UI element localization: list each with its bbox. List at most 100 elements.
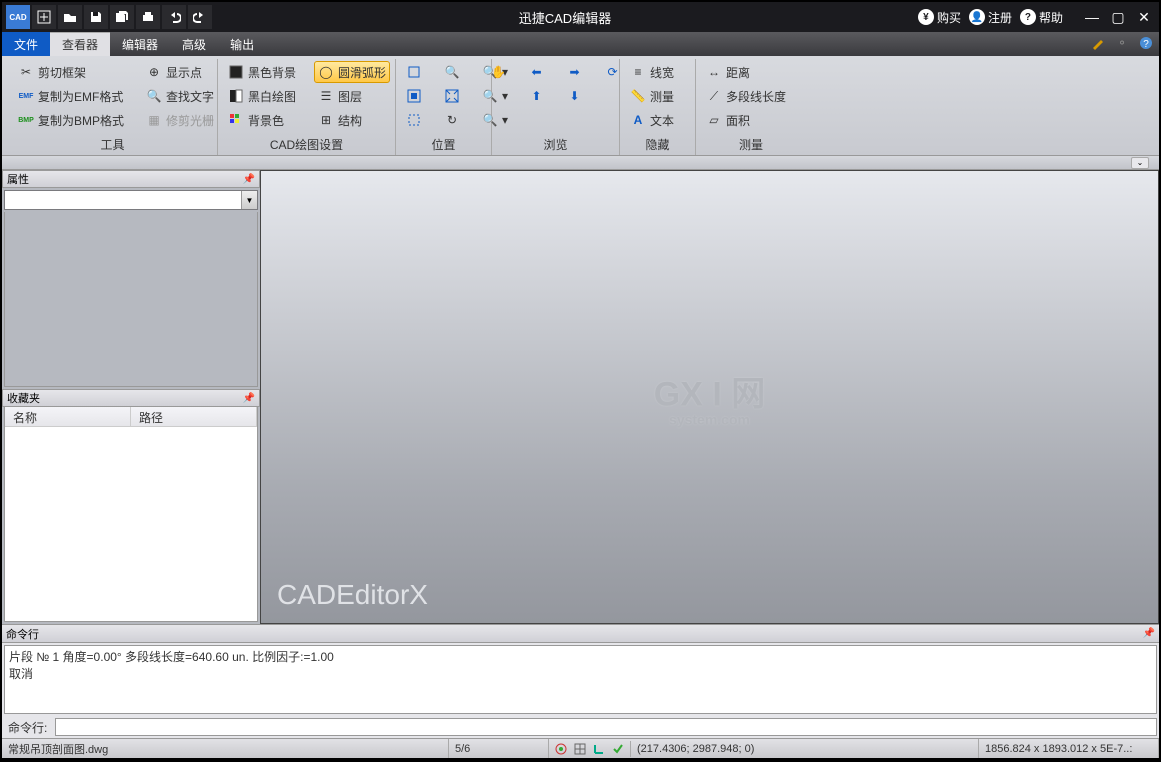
pin-icon[interactable]: 📌 bbox=[243, 174, 255, 185]
black-bg-button[interactable]: 黑色背景 bbox=[224, 61, 300, 83]
group-measure-label: 测量 bbox=[702, 134, 800, 155]
bw-icon bbox=[228, 88, 244, 104]
fit-icon bbox=[406, 64, 422, 80]
save-all-button[interactable] bbox=[110, 5, 134, 29]
redo-button[interactable] bbox=[188, 5, 212, 29]
title-bar: CAD 迅捷CAD编辑器 ¥购买 👤注册 ?帮助 — ▢ ✕ bbox=[2, 2, 1159, 32]
pos-btn-2[interactable] bbox=[402, 85, 426, 107]
nav-up-button[interactable]: ⬆ bbox=[525, 85, 549, 107]
style-icon[interactable] bbox=[1089, 34, 1107, 52]
pos-btn-5[interactable] bbox=[440, 85, 464, 107]
open-button[interactable] bbox=[58, 5, 82, 29]
smooth-arc-button[interactable]: ◯圆滑弧形 bbox=[314, 61, 390, 83]
area-icon: ▱ bbox=[706, 112, 722, 128]
status-filename: 常规吊顶剖面图.dwg bbox=[2, 739, 449, 758]
zoom-icon: 🔍 bbox=[444, 64, 460, 80]
pin-icon[interactable]: 📌 bbox=[243, 393, 255, 404]
properties-header[interactable]: 属性 📌 bbox=[2, 170, 260, 188]
favorites-header[interactable]: 收藏夹 📌 bbox=[2, 389, 260, 407]
linewidth-button[interactable]: ≡线宽 bbox=[626, 61, 689, 83]
bg-color-button[interactable]: 背景色 bbox=[224, 109, 300, 131]
emf-icon: EMF bbox=[18, 88, 34, 104]
pin-icon[interactable]: 📌 bbox=[1143, 628, 1155, 639]
search-icon: 🔍 bbox=[146, 88, 162, 104]
distance-button[interactable]: ↔距离 bbox=[702, 61, 800, 83]
ruler-icon: 📏 bbox=[630, 88, 646, 104]
log-line: 取消 bbox=[9, 665, 1152, 682]
menu-file[interactable]: 文件 bbox=[2, 32, 50, 56]
menu-bar: 文件 查看器 编辑器 高级 输出 ⚬ ? bbox=[2, 32, 1159, 56]
show-point-button[interactable]: ⊕显示点 bbox=[142, 61, 218, 83]
trim-raster-button: ▦修剪光栅 bbox=[142, 109, 218, 131]
pos-btn-4[interactable]: 🔍 bbox=[440, 61, 464, 83]
ortho-icon[interactable] bbox=[591, 741, 607, 757]
group-cad-label: CAD绘图设置 bbox=[224, 134, 389, 155]
properties-combo-input[interactable] bbox=[5, 191, 241, 209]
canvas-brand: CADEditorX bbox=[277, 579, 428, 611]
check-icon[interactable] bbox=[610, 741, 626, 757]
combo-dropdown-button[interactable]: ▼ bbox=[241, 191, 257, 209]
fav-col-path[interactable]: 路径 bbox=[131, 407, 257, 426]
layer-button[interactable]: ☰图层 bbox=[314, 85, 390, 107]
refresh-icon: ⟳ bbox=[605, 64, 621, 80]
grid-icon: ▦ bbox=[146, 112, 162, 128]
hand-icon: ✋ bbox=[491, 64, 507, 80]
pin-icon[interactable]: ⚬ bbox=[1113, 34, 1131, 52]
copy-bmp-button[interactable]: BMP复制为BMP格式 bbox=[14, 109, 128, 131]
nav-down-button[interactable]: ⬇ bbox=[563, 85, 587, 107]
canvas[interactable]: GX I 网 system.com CADEditorX bbox=[260, 170, 1159, 624]
menu-output[interactable]: 输出 bbox=[218, 32, 266, 56]
command-area: 命令行 📌 片段 № 1 角度=0.00° 多段线长度=640.60 un. 比… bbox=[2, 624, 1159, 738]
menu-viewer[interactable]: 查看器 bbox=[50, 32, 110, 56]
measure-button[interactable]: 📏测量 bbox=[626, 85, 689, 107]
black-square-icon bbox=[228, 64, 244, 80]
pos-btn-3[interactable] bbox=[402, 109, 426, 131]
command-input[interactable] bbox=[55, 718, 1157, 736]
palette-icon bbox=[228, 112, 244, 128]
area-button[interactable]: ▱面积 bbox=[702, 109, 800, 131]
pos-btn-1[interactable] bbox=[402, 61, 426, 83]
command-log[interactable]: 片段 № 1 角度=0.00° 多段线长度=640.60 un. 比例因子:=1… bbox=[4, 645, 1157, 714]
target-icon: ⊕ bbox=[146, 64, 162, 80]
app-icon[interactable]: CAD bbox=[6, 5, 30, 29]
undo-button[interactable] bbox=[162, 5, 186, 29]
polyline-button[interactable]: ⟋多段线长度 bbox=[702, 85, 800, 107]
print-button[interactable] bbox=[136, 5, 160, 29]
group-browse-label: 浏览 bbox=[498, 134, 613, 155]
nav-left-button[interactable]: ⬅ bbox=[525, 61, 549, 83]
grid-icon[interactable] bbox=[572, 741, 588, 757]
clip-frame-button[interactable]: ✂剪切框架 bbox=[14, 61, 128, 83]
pan-button[interactable]: ✋ bbox=[487, 61, 511, 83]
arc-icon: ◯ bbox=[318, 64, 334, 80]
minimize-button[interactable]: — bbox=[1081, 6, 1103, 28]
fav-col-name[interactable]: 名称 bbox=[5, 407, 131, 426]
command-prompt-label: 命令行: bbox=[4, 719, 51, 736]
help-link[interactable]: ?帮助 bbox=[1020, 9, 1063, 26]
save-button[interactable] bbox=[84, 5, 108, 29]
command-header[interactable]: 命令行 📌 bbox=[2, 625, 1159, 643]
menu-editor[interactable]: 编辑器 bbox=[110, 32, 170, 56]
arrow-down-icon: ⬇ bbox=[567, 88, 583, 104]
register-link[interactable]: 👤注册 bbox=[969, 9, 1012, 26]
snap-icon[interactable] bbox=[553, 741, 569, 757]
group-hide-label: 隐藏 bbox=[626, 134, 689, 155]
copy-emf-button[interactable]: EMF复制为EMF格式 bbox=[14, 85, 128, 107]
nav-right-button[interactable]: ➡ bbox=[563, 61, 587, 83]
collapse-ribbon-button[interactable]: ⌄ bbox=[1131, 157, 1149, 169]
properties-combo[interactable]: ▼ bbox=[4, 190, 258, 210]
structure-button[interactable]: ⊞结构 bbox=[314, 109, 390, 131]
menu-advanced[interactable]: 高级 bbox=[170, 32, 218, 56]
pos-btn-6[interactable]: ↻ bbox=[440, 109, 464, 131]
maximize-button[interactable]: ▢ bbox=[1107, 6, 1129, 28]
find-text-button[interactable]: 🔍查找文字 bbox=[142, 85, 218, 107]
tree-icon: ⊞ bbox=[318, 112, 334, 128]
buy-link[interactable]: ¥购买 bbox=[918, 9, 961, 26]
close-button[interactable]: ✕ bbox=[1133, 6, 1155, 28]
status-bar: 常规吊顶剖面图.dwg 5/6 (217.4306; 2987.948; 0) … bbox=[2, 738, 1159, 758]
new-button[interactable] bbox=[32, 5, 56, 29]
bw-draw-button[interactable]: 黑白绘图 bbox=[224, 85, 300, 107]
help-icon[interactable]: ? bbox=[1137, 34, 1155, 52]
scissors-icon: ✂ bbox=[18, 64, 34, 80]
watermark: GX I 网 system.com bbox=[654, 367, 765, 428]
text-button[interactable]: A文本 bbox=[626, 109, 689, 131]
